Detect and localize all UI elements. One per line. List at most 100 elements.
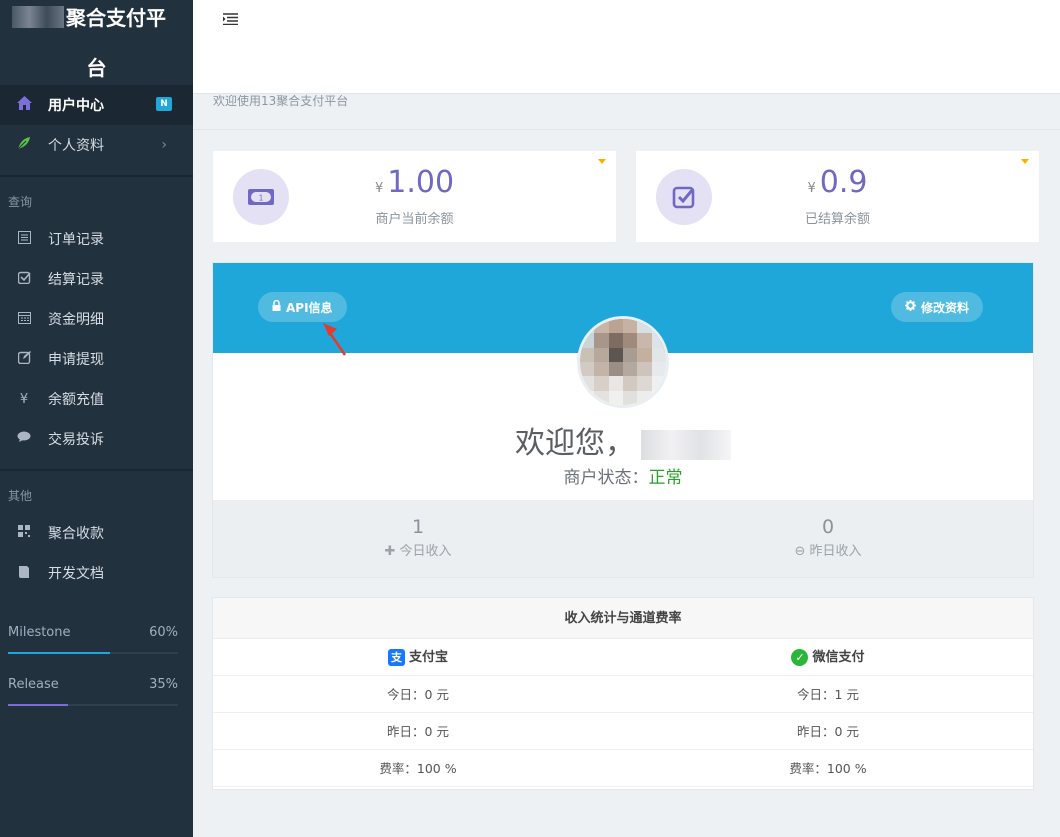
avatar [577,316,669,408]
income-summary: 1 ✚ 今日收入 0 ⊖ 昨日收入 [213,500,1033,577]
progress-bar-milestone [8,652,178,654]
chevron-right-icon: › [161,137,167,153]
table-cell: 费率：100 % [789,761,867,776]
progress-label-release: Release [8,677,59,692]
table-row: 昨日：0 元 昨日：0 元 [213,713,1033,750]
merchant-status: 商户状态：正常 [213,463,1033,488]
top-bar [193,0,1060,94]
table-row: 费率：100 % 费率：100 % [213,750,1033,787]
sidebar-item-label: 开发文档 [48,566,104,582]
sidebar-item-withdraw[interactable]: 申请提现 [0,339,193,379]
caret-down-icon[interactable] [1021,159,1029,164]
yesterday-income: 0 ⊖ 昨日收入 [623,516,1033,559]
rate-table-card: 收入统计与通道费率 支支付宝 ✓ 微信支付 今日：0 元 今日：1 元 昨日：0 … [213,598,1033,789]
settled-card: ¥0.9 已结算余额 [636,151,1039,242]
rate-table: 支支付宝 ✓ 微信支付 今日：0 元 今日：1 元 昨日：0 元 昨日：0 元 费… [213,639,1033,787]
progress-fill [8,652,110,654]
balance-card: 1 ¥1.00 商户当前余额 [213,151,616,242]
rate-table-title: 收入统计与通道费率 [213,598,1033,639]
sidebar-item-funds[interactable]: 资金明细 [0,299,193,339]
sidebar-item-complaints[interactable]: 交易投诉 [0,419,193,459]
breadcrumb-divider [193,129,1060,130]
check-square-icon [0,271,48,288]
api-info-label: API信息 [286,300,333,315]
leaf-icon [0,136,48,154]
yesterday-income-label: 昨日收入 [809,544,862,559]
sidebar-item-label: 订单记录 [48,232,104,248]
profile-card: API信息 修改资料 欢迎您， 商户状态：正常 1 ✚ 今日收入 0 ⊖ 昨日收… [213,263,1033,577]
plus-icon: ✚ [384,544,400,559]
sidebar-item-label: 个人资料 [48,138,104,154]
sidebar: 聚合支付平 台 用户中心 N 个人资料 › 查询 订单记录 结算记录 资金明细 [0,0,193,837]
table-cell: 昨日：0 元 [387,724,449,739]
table-cell: 今日：1 元 [797,687,859,702]
edit-profile-button[interactable]: 修改资料 [891,292,984,322]
yesterday-income-label-wrap: ⊖ 昨日收入 [623,540,1033,559]
brand-title-line1: 聚合支付平 [66,6,166,30]
wechat-header: ✓ 微信支付 [623,639,1033,675]
wechat-label: 微信支付 [812,650,865,665]
lock-icon [272,299,281,314]
settled-value: 0.9 [819,165,868,200]
sidebar-item-label: 交易投诉 [48,432,104,448]
today-income: 1 ✚ 今日收入 [213,516,623,559]
alipay-icon: 支 [387,649,405,666]
balance-value: 1.00 [387,165,455,200]
sidebar-divider [0,175,193,177]
calendar-icon [0,311,48,328]
breadcrumb: 欢迎使用13聚合支付平台 [213,94,349,108]
currency-symbol: ¥ [374,181,384,196]
table-cell: 昨日：0 元 [797,724,859,739]
api-info-button[interactable]: API信息 [258,292,347,322]
home-icon [0,96,48,114]
sidebar-divider [0,469,193,471]
progress-label-milestone: Milestone [8,625,71,640]
qrcode-icon [0,525,48,541]
progress-bar-release [8,704,178,706]
welcome-label: 欢迎您， [515,426,635,461]
table-cell: 今日：0 元 [387,687,449,702]
sidebar-item-aggregate-pay[interactable]: 聚合收款 [0,513,193,553]
progress-fill [8,704,68,706]
menu-toggle-icon[interactable] [223,10,238,29]
table-header-row: 支支付宝 ✓ 微信支付 [213,639,1033,676]
caret-down-icon[interactable] [598,159,606,164]
today-income-label: 今日收入 [399,544,452,559]
status-label: 商户状态： [563,468,649,488]
sidebar-item-orders[interactable]: 订单记录 [0,219,193,259]
sidebar-item-dev-docs[interactable]: 开发文档 [0,553,193,593]
gear-icon [905,300,916,314]
settled-value-wrap: ¥0.9 [636,165,1039,200]
currency-symbol: ¥ [807,181,816,196]
sidebar-item-label: 申请提现 [48,352,104,368]
sidebar-item-settlements[interactable]: 结算记录 [0,259,193,299]
sidebar-item-label: 余额充值 [48,392,104,408]
sidebar-item-profile[interactable]: 个人资料 › [0,125,193,165]
sidebar-item-label: 聚合收款 [48,526,104,542]
progress-value-milestone: 60% [149,625,178,640]
alipay-label: 支付宝 [408,650,448,665]
book-icon [0,565,48,582]
status-badge: 正常 [648,468,683,488]
minus-circle-icon: ⊖ [794,544,810,559]
new-badge: N [156,97,172,111]
wechat-icon: ✓ [791,649,809,666]
sidebar-item-label: 结算记录 [48,272,104,288]
list-icon [0,230,48,248]
section-header-other: 其他 [8,489,33,503]
today-income-value: 1 [411,516,425,538]
today-income-label-wrap: ✚ 今日收入 [213,540,623,559]
comment-icon [0,431,48,447]
edit-profile-label: 修改资料 [921,300,970,315]
red-arrow-annotation [323,323,347,356]
yesterday-income-value: 0 [821,516,835,538]
sidebar-item-label: 资金明细 [48,312,104,328]
alipay-header: 支支付宝 [213,639,623,675]
balance-value-wrap: ¥1.00 [213,165,616,200]
sidebar-item-label: 用户中心 [48,98,104,114]
sidebar-item-recharge[interactable]: ¥ 余额充值 [0,379,193,419]
progress-value-release: 35% [149,677,178,692]
edit-icon [0,350,48,368]
brand: 聚合支付平 台 [0,0,193,94]
settled-label: 已结算余额 [804,212,870,227]
